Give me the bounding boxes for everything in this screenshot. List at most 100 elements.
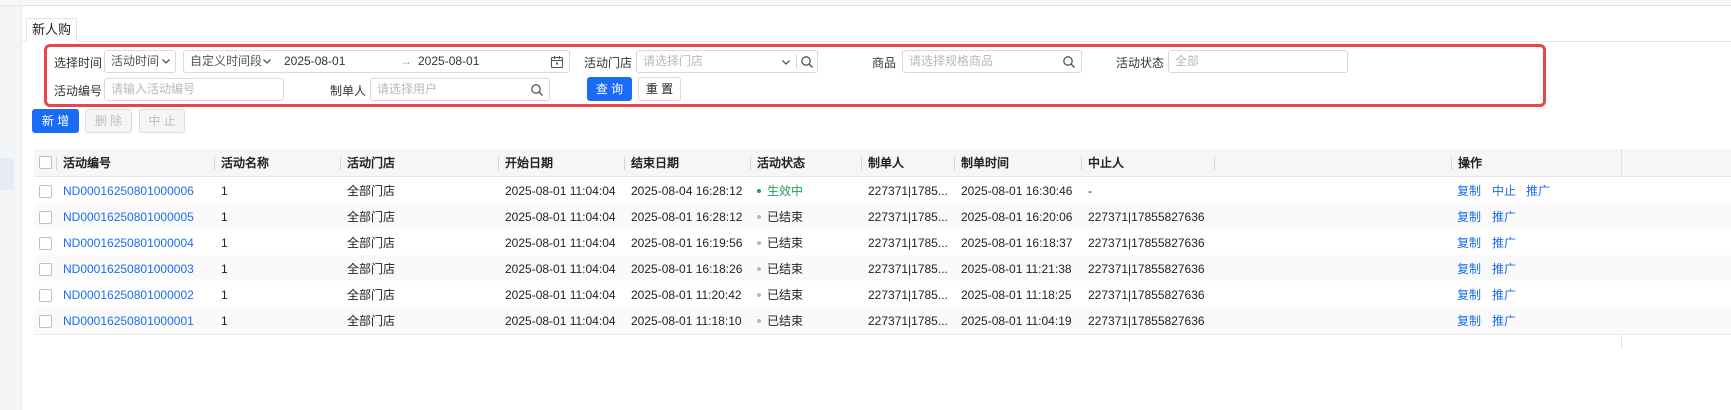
row-checkbox[interactable] [39,263,52,276]
cell-created: 2025-08-01 16:18:37 [961,236,1073,250]
cell-creator: 227371|1785... [868,184,948,198]
status-ended: 已结束 [757,281,803,309]
copy-link[interactable]: 复制 [1457,177,1481,205]
status-value: 全部 [1175,54,1200,68]
status-select[interactable]: 全部 [1168,50,1348,73]
search-icon[interactable] [1062,55,1076,69]
left-rail-selected[interactable] [0,158,14,190]
promote-link[interactable]: 推广 [1492,307,1516,335]
activity-code-link[interactable]: ND00016250801000001 [63,307,194,335]
cell-creator: 227371|1785... [868,288,948,302]
table-row: ND00016250801000005 1 全部门店 2025-08-01 11… [34,203,1731,231]
copy-link[interactable]: 复制 [1457,203,1481,231]
cell-creator: 227371|1785... [868,210,948,224]
row-checkbox[interactable] [39,211,52,224]
time-type-select[interactable]: 活动时间 [104,50,176,73]
copy-link[interactable]: 复制 [1457,229,1481,257]
cell-stopper: 227371|17855827636 [1088,236,1205,250]
promote-link[interactable]: 推广 [1492,203,1516,231]
col-stopper: 中止人 [1088,156,1125,170]
cell-creator: 227371|1785... [868,262,948,276]
promote-link[interactable]: 推广 [1492,229,1516,257]
cell-start: 2025-08-01 11:04:04 [505,236,616,250]
store-placeholder: 请选择门店 [643,54,704,68]
activity-code-link[interactable]: ND00016250801000005 [63,203,194,231]
chevron-down-icon [162,59,170,64]
status-label: 活动状态 [1116,56,1165,70]
tab-bar: 新人购 [22,14,1731,42]
col-store: 活动门店 [347,156,396,170]
date-range-picker[interactable]: 自定义时间段 2025-08-01 → 2025-08-01 [183,50,570,73]
col-end: 结束日期 [631,156,680,170]
select-all-checkbox[interactable] [39,156,52,169]
col-status: 活动状态 [757,156,806,170]
creator-label: 制单人 [330,84,367,98]
cell-stopper: - [1088,184,1092,198]
stop-link[interactable]: 中止 [1492,177,1516,205]
col-code: 活动编号 [63,156,112,170]
row-checkbox[interactable] [39,315,52,328]
cell-stopper: 227371|17855827636 [1088,262,1205,276]
col-created: 制单时间 [961,156,1010,170]
calendar-icon[interactable] [550,55,564,69]
product-select[interactable]: 请选择规格商品 [902,50,1082,73]
time-type-value: 活动时间 [111,54,160,68]
promote-link[interactable]: 推广 [1492,281,1516,309]
cell-store: 全部门店 [347,262,396,276]
tab-newcomer-buy[interactable]: 新人购 [26,18,78,42]
left-rail [0,6,22,410]
cell-end: 2025-08-01 16:18:26 [631,262,743,276]
delete-button[interactable]: 删 除 [85,109,132,133]
promote-link[interactable]: 推广 [1492,255,1516,283]
start-date-input[interactable]: 2025-08-01 [284,51,345,72]
query-button[interactable]: 查 询 [587,77,632,101]
cell-store: 全部门店 [347,314,396,328]
activity-code-link[interactable]: ND00016250801000006 [63,177,194,205]
activity-code-link[interactable]: ND00016250801000002 [63,281,194,309]
code-input[interactable]: 请输入活动编号 [104,78,284,101]
cell-created: 2025-08-01 16:30:46 [961,184,1073,198]
cell-creator: 227371|1785... [868,314,948,328]
row-checkbox[interactable] [39,185,52,198]
cell-name: 1 [221,262,228,276]
cell-name: 1 [221,288,228,302]
row-checkbox[interactable] [39,237,52,250]
cell-start: 2025-08-01 11:04:04 [505,314,616,328]
table-header: 活动编号 活动名称 活动门店 开始日期 结束日期 活动状态 制单人 制单时间 中… [34,149,1731,177]
promote-link[interactable]: 推广 [1526,177,1550,205]
copy-link[interactable]: 复制 [1457,255,1481,283]
cell-start: 2025-08-01 11:04:04 [505,210,616,224]
stop-button[interactable]: 中 止 [139,109,185,133]
search-icon[interactable] [530,83,544,97]
cell-start: 2025-08-01 11:04:04 [505,288,616,302]
col-name: 活动名称 [221,156,270,170]
cell-store: 全部门店 [347,184,396,198]
table-row: ND00016250801000001 1 全部门店 2025-08-01 11… [34,307,1731,335]
product-label: 商品 [872,56,897,70]
add-button[interactable]: 新 增 [32,109,79,133]
row-checkbox[interactable] [39,289,52,302]
cell-created: 2025-08-01 16:20:06 [961,210,1073,224]
search-icon[interactable] [800,55,814,69]
creator-select[interactable]: 请选择用户 [370,78,550,101]
copy-link[interactable]: 复制 [1457,307,1481,335]
activity-code-link[interactable]: ND00016250801000003 [63,255,194,283]
store-select[interactable]: 请选择门店 [636,50,818,73]
status-ended: 已结束 [757,229,803,257]
cell-store: 全部门店 [347,288,396,302]
cell-end: 2025-08-04 16:28:12 [631,184,743,198]
table-row: ND00016250801000002 1 全部门店 2025-08-01 11… [34,281,1731,309]
cell-stopper: 227371|17855827636 [1088,314,1205,328]
period-type-select[interactable]: 自定义时间段 [190,54,262,68]
code-placeholder: 请输入活动编号 [111,82,196,96]
cell-name: 1 [221,210,228,224]
cell-end: 2025-08-01 16:28:12 [631,210,743,224]
cell-stopper: 227371|17855827636 [1088,288,1205,302]
reset-button[interactable]: 重 置 [638,77,681,101]
activity-code-link[interactable]: ND00016250801000004 [63,229,194,257]
table-row: ND00016250801000003 1 全部门店 2025-08-01 11… [34,255,1731,283]
chevron-down-icon [782,60,790,65]
copy-link[interactable]: 复制 [1457,281,1481,309]
table-row: ND00016250801000006 1 全部门店 2025-08-01 11… [34,177,1731,205]
end-date-input[interactable]: 2025-08-01 [418,51,479,72]
